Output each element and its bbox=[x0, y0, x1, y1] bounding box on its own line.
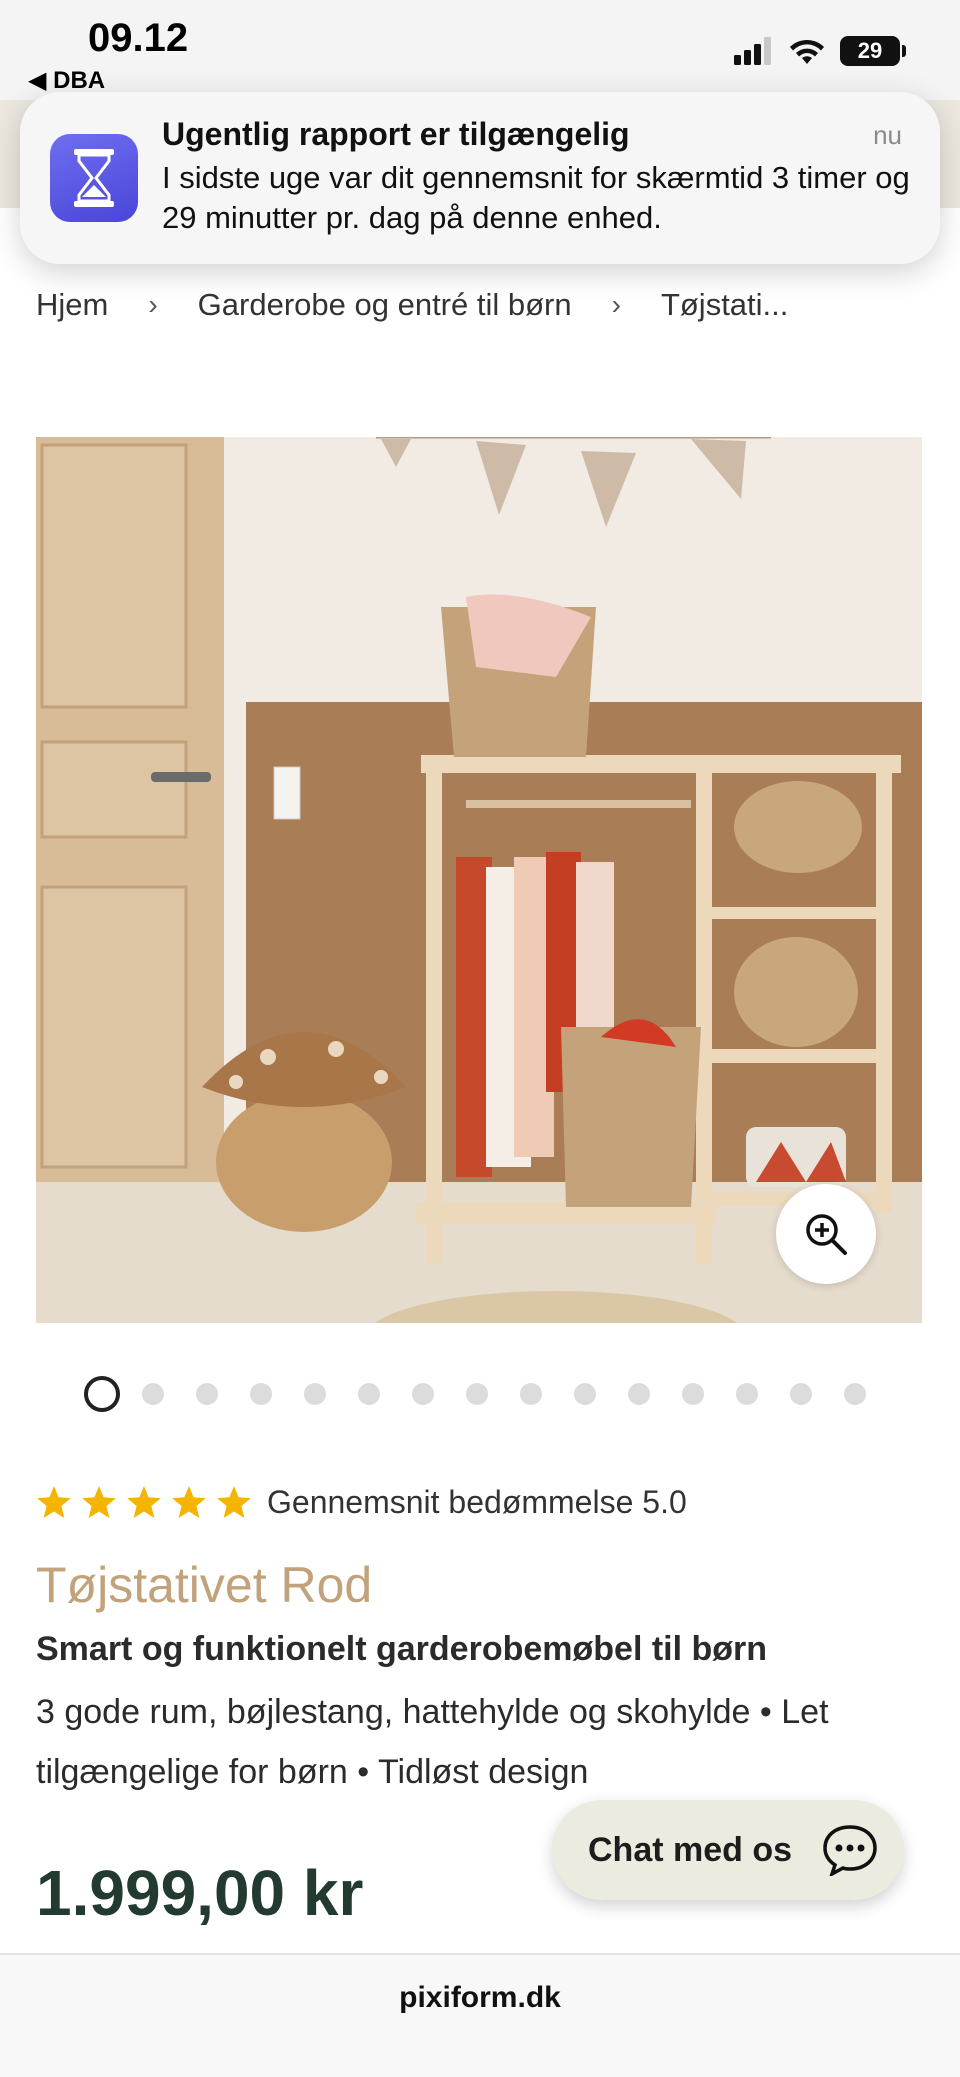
chevron-right-icon: › bbox=[148, 289, 158, 320]
wifi-icon bbox=[790, 39, 824, 64]
notification-title: Ugentlig rapport er tilgængelig bbox=[162, 116, 630, 152]
status-time: 09.12 bbox=[88, 16, 189, 60]
product-title: Tøjstativet Rod bbox=[36, 1557, 373, 1613]
chevron-right-icon: › bbox=[611, 289, 621, 320]
zoom-in-icon bbox=[806, 1214, 847, 1255]
gallery-dot[interactable] bbox=[736, 1383, 758, 1405]
gallery-dot[interactable] bbox=[196, 1383, 218, 1405]
breadcrumb: Hjem › Garderobe og entré til børn › Tøj… bbox=[36, 280, 936, 330]
battery-icon: 29 bbox=[840, 36, 906, 66]
star-icon bbox=[127, 1485, 161, 1518]
star-icon bbox=[37, 1485, 71, 1518]
star-icon bbox=[217, 1485, 251, 1518]
hourglass-icon bbox=[50, 134, 138, 222]
browser-url-bar[interactable]: pixiform.dk bbox=[0, 1953, 960, 2077]
gallery-dot[interactable] bbox=[304, 1383, 326, 1405]
rating[interactable]: Gennemsnit bedømmelse 5.0 bbox=[36, 1484, 687, 1521]
breadcrumb-item-category[interactable]: Garderobe og entré til børn bbox=[198, 287, 572, 323]
chat-bubble-icon bbox=[823, 1825, 877, 1876]
status-bar: 09.12 ◀ DBA 29 bbox=[0, 0, 960, 100]
rating-stars bbox=[36, 1485, 261, 1521]
gallery-dot[interactable] bbox=[466, 1383, 488, 1405]
gallery-pagination bbox=[84, 1376, 898, 1412]
gallery-dot[interactable] bbox=[628, 1383, 650, 1405]
zoom-button[interactable] bbox=[776, 1184, 876, 1284]
gallery-dot[interactable] bbox=[682, 1383, 704, 1405]
chat-button[interactable]: Chat med os bbox=[552, 1800, 904, 1900]
gallery-dot[interactable] bbox=[84, 1376, 120, 1412]
star-icon bbox=[82, 1485, 116, 1518]
gallery-dot[interactable] bbox=[790, 1383, 812, 1405]
status-icons: 29 bbox=[734, 36, 906, 66]
back-to-app-link[interactable]: ◀ DBA bbox=[28, 66, 105, 95]
rating-label: Gennemsnit bedømmelse 5.0 bbox=[267, 1484, 687, 1520]
gallery-dot[interactable] bbox=[574, 1383, 596, 1405]
breadcrumb-item-home[interactable]: Hjem bbox=[36, 287, 108, 323]
gallery-dot[interactable] bbox=[142, 1383, 164, 1405]
screen-time-notification[interactable]: Ugentlig rapport er tilgængelig nu I sid… bbox=[20, 92, 940, 264]
url-text: pixiform.dk bbox=[399, 1981, 561, 2014]
product-subtitle: Smart og funktionelt garderobemøbel til … bbox=[36, 1630, 768, 1668]
chat-label: Chat med os bbox=[588, 1830, 793, 1869]
product-photo-illustration bbox=[36, 437, 922, 1323]
breadcrumb-item-current[interactable]: Tøjstati... bbox=[661, 287, 788, 323]
star-icon bbox=[172, 1485, 206, 1518]
gallery-dot[interactable] bbox=[412, 1383, 434, 1405]
gallery-dot[interactable] bbox=[520, 1383, 542, 1405]
gallery-dot[interactable] bbox=[844, 1383, 866, 1405]
notification-time: nu bbox=[873, 120, 902, 150]
product-image[interactable] bbox=[36, 437, 922, 1323]
signal-icon bbox=[734, 37, 771, 65]
product-features: 3 gode rum, bøjlestang, hattehylde og sk… bbox=[36, 1693, 829, 1791]
product-price: 1.999,00 kr bbox=[36, 1857, 364, 1929]
gallery-dot[interactable] bbox=[250, 1383, 272, 1405]
notification-body: I sidste uge var dit gennemsnit for skær… bbox=[162, 160, 910, 235]
gallery-dot[interactable] bbox=[358, 1383, 380, 1405]
